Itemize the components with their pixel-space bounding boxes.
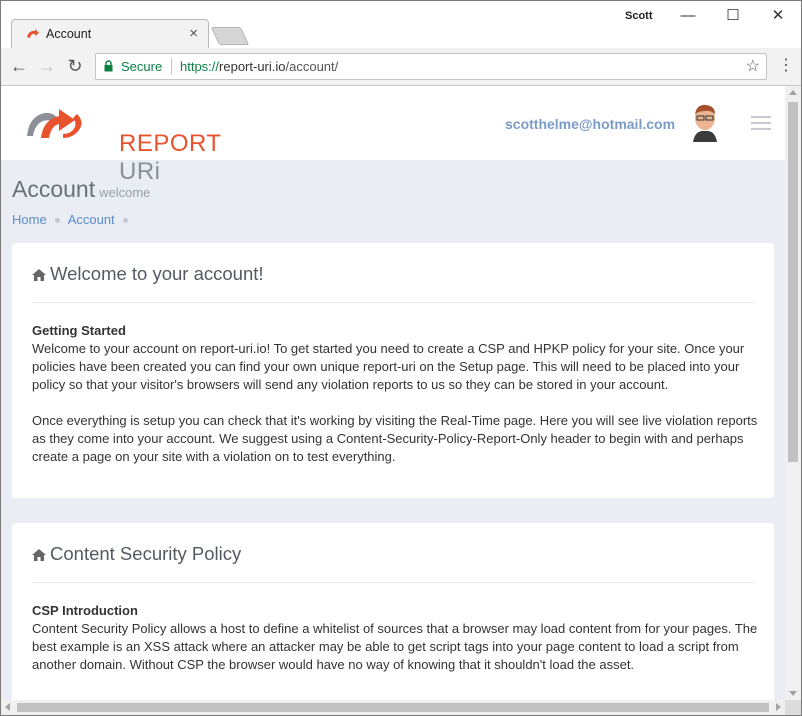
- card-heading-text: Content Security Policy: [50, 543, 242, 564]
- report-uri-logo-icon: [27, 109, 82, 138]
- browser-toolbar: ← → ↻ Secure https://report-uri.io/accou…: [1, 48, 801, 86]
- tab-account[interactable]: Account ×: [11, 19, 209, 49]
- minimize-button[interactable]: —: [668, 5, 708, 27]
- card-heading-text: Welcome to your account!: [50, 263, 264, 284]
- card-body: CSP Introduction Content Security Policy…: [32, 602, 762, 692]
- report-uri-logo[interactable]: REPORT URi: [23, 104, 221, 185]
- card-heading: Welcome to your account!: [32, 263, 264, 285]
- card-heading: Content Security Policy: [32, 543, 241, 565]
- reload-icon[interactable]: ↻: [63, 54, 87, 78]
- page-title-text: Account: [12, 176, 96, 202]
- scroll-down-icon[interactable]: [789, 691, 797, 696]
- secure-label: Secure: [121, 59, 163, 74]
- breadcrumb-home-link[interactable]: Home: [12, 212, 47, 227]
- browser-window: Account × Scott — ☐ ✕ ← → ↻ Secure https…: [0, 0, 802, 716]
- maximize-button[interactable]: ☐: [713, 5, 753, 27]
- vertical-scrollbar[interactable]: [785, 86, 801, 700]
- section-title: Getting Started: [32, 323, 126, 338]
- scroll-up-icon[interactable]: [789, 90, 797, 95]
- home-icon: [32, 269, 46, 281]
- avatar[interactable]: [689, 102, 721, 142]
- page-viewport: REPORT URi scotthelme@hotmail.com Accoun…: [1, 86, 785, 700]
- tab-title: Account: [46, 27, 92, 41]
- user-email-link[interactable]: scotthelme@hotmail.com: [505, 116, 675, 132]
- browser-menu-icon[interactable]: ⋮: [778, 54, 794, 78]
- logo-text-report: REPORT: [119, 130, 222, 157]
- card-body: Getting Started Welcome to your account …: [32, 322, 762, 484]
- horizontal-scroll-thumb[interactable]: [17, 703, 769, 712]
- scroll-left-icon[interactable]: [5, 703, 10, 711]
- page-title: Account welcome: [12, 176, 150, 203]
- vertical-scroll-thumb[interactable]: [788, 102, 798, 462]
- paragraph: Welcome to your account on report-uri.io…: [32, 341, 745, 392]
- url-scheme: https://: [180, 59, 220, 74]
- star-icon[interactable]: ☆: [746, 56, 760, 76]
- card-divider: [32, 302, 754, 303]
- close-window-button[interactable]: ✕: [758, 5, 798, 27]
- scroll-right-icon[interactable]: [776, 703, 781, 711]
- section-title: CSP Introduction: [32, 603, 138, 618]
- back-arrow-icon[interactable]: ←: [7, 54, 31, 78]
- forward-arrow-icon[interactable]: →: [35, 54, 59, 78]
- breadcrumb-account-link[interactable]: Account: [68, 212, 115, 227]
- breadcrumb-separator: [122, 218, 128, 224]
- csp-card: Content Security Policy CSP Introduction…: [12, 523, 774, 700]
- home-icon: [32, 549, 46, 561]
- omnibox-divider: [171, 58, 172, 75]
- tab-close-icon[interactable]: ×: [189, 25, 198, 42]
- breadcrumb-separator: [54, 218, 60, 224]
- title-bar: Account × Scott — ☐ ✕: [1, 1, 801, 49]
- breadcrumb: Home Account: [12, 212, 136, 227]
- welcome-card: Welcome to your account! Getting Started…: [12, 243, 774, 498]
- horizontal-scrollbar[interactable]: [1, 700, 785, 715]
- paragraph: Once everything is setup you can check t…: [32, 413, 758, 464]
- lock-icon: [104, 60, 113, 72]
- scrollbar-corner: [785, 700, 801, 715]
- paragraph: Content Security Policy allows a host to…: [32, 621, 758, 672]
- page-subtitle: welcome: [99, 185, 151, 200]
- hamburger-icon[interactable]: [751, 116, 771, 130]
- profile-name[interactable]: Scott: [625, 10, 653, 22]
- card-divider: [32, 582, 754, 583]
- new-tab-button[interactable]: [210, 27, 250, 45]
- url-path: /account/: [285, 59, 339, 74]
- report-uri-favicon-icon: [27, 29, 39, 38]
- url-text[interactable]: https://report-uri.io/account/: [180, 59, 338, 74]
- address-bar[interactable]: Secure https://report-uri.io/account/ ☆: [95, 53, 767, 80]
- site-header: REPORT URi scotthelme@hotmail.com: [1, 86, 785, 185]
- url-domain: report-uri.io: [219, 59, 286, 74]
